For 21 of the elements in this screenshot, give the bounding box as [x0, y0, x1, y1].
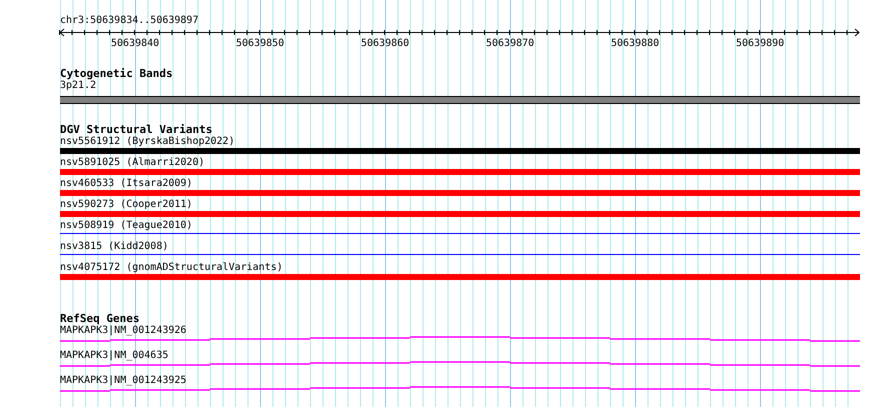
ruler-tick-label: 50639870: [486, 38, 534, 50]
track-title: Cytogenetic Bands: [60, 68, 174, 80]
variant-label: nsv4075172 (gnomADStructuralVariants): [60, 262, 284, 273]
ruler-tick-label: 50639840: [111, 38, 160, 50]
ruler-tick-label: 50639880: [611, 38, 660, 50]
ruler-tick-label: 50639860: [361, 38, 410, 50]
variant-label: nsv5891025 (Almarri2020): [60, 157, 206, 168]
transcript-label: MAPKAPK3|NM_001243926: [60, 325, 188, 336]
ruler-tick-label: 50639850: [236, 38, 284, 50]
variant-label: nsv460533 (Itsara2009): [60, 178, 194, 189]
band-label: 3p21.2: [60, 80, 98, 91]
track-title: DGV Structural Variants: [60, 124, 214, 136]
location-label: chr3:50639834..50639897: [60, 15, 200, 27]
transcript-label: MAPKAPK3|NM_001243925: [60, 375, 188, 386]
transcript-label: MAPKAPK3|NM_004635: [60, 350, 170, 361]
variant-label: nsv508919 (Teague2010): [60, 220, 194, 231]
ruler-tick-label: 50639890: [736, 38, 784, 50]
track-title: RefSeq Genes: [60, 313, 140, 325]
variant-label: nsv5561912 (ByrskaBishop2022): [60, 136, 236, 147]
variant-label: nsv590273 (Cooper2011): [60, 199, 194, 210]
variant-label: nsv3815 (Kidd2008): [60, 241, 170, 252]
